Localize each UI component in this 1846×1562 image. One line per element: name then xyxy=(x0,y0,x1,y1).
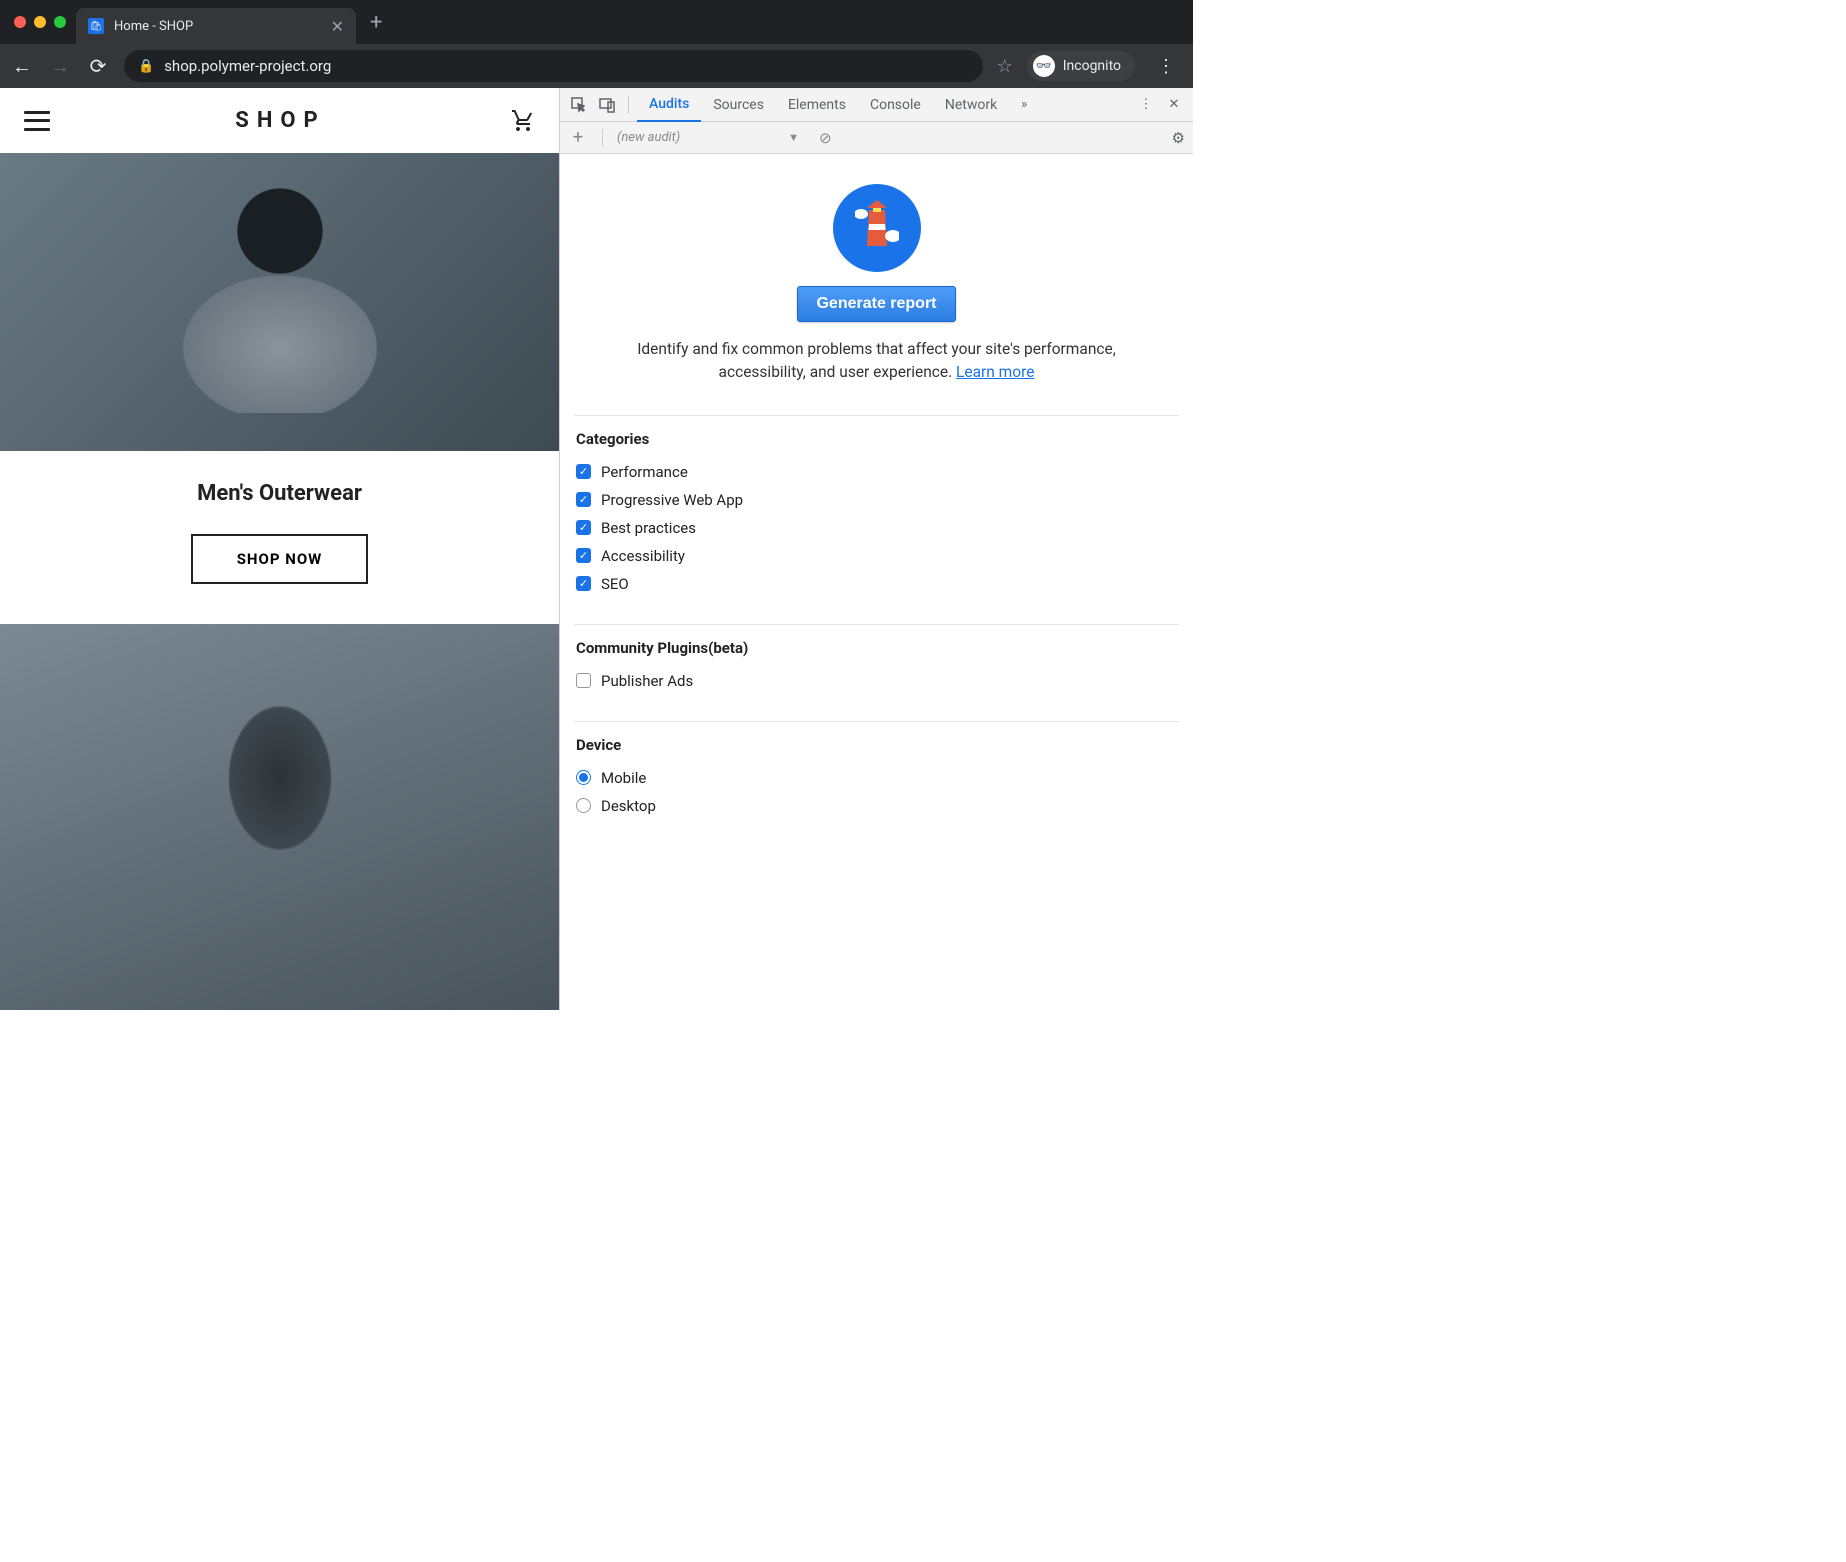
tab-strip: 🛍 Home - SHOP ✕ + xyxy=(0,0,1193,44)
device-section: Device Mobile Desktop xyxy=(574,721,1179,832)
device-option[interactable]: Desktop xyxy=(576,792,1177,820)
devtools-tab-elements[interactable]: Elements xyxy=(776,88,858,122)
checkbox-icon[interactable]: ✓ xyxy=(576,576,591,591)
close-window-button[interactable] xyxy=(14,16,26,28)
url-text: shop.polymer-project.org xyxy=(164,57,331,75)
browser-toolbar: ← → ⟳ 🔒 shop.polymer-project.org ☆ 👓 Inc… xyxy=(0,44,1193,88)
tab-title: Home - SHOP xyxy=(114,19,321,34)
option-label: Publisher Ads xyxy=(601,672,693,690)
devtools-tab-sources[interactable]: Sources xyxy=(701,88,776,122)
lighthouse-icon xyxy=(833,184,921,272)
new-tab-button[interactable]: + xyxy=(356,10,396,35)
desc-text: Identify and fix common problems that af… xyxy=(637,340,1116,381)
audits-main: Generate report Identify and fix common … xyxy=(560,154,1193,1010)
devtools-gear-icon[interactable]: ⚙ xyxy=(1172,129,1185,147)
forward-button[interactable]: → xyxy=(48,54,72,78)
site-header: SHOP xyxy=(0,88,559,153)
browser-menu-button[interactable]: ⋮ xyxy=(1149,56,1183,77)
category-option[interactable]: ✓ Accessibility xyxy=(576,542,1177,570)
favicon-icon: 🛍 xyxy=(88,18,104,34)
inspect-element-icon[interactable] xyxy=(566,92,592,118)
option-label: SEO xyxy=(601,575,629,593)
devtools-panel: AuditsSourcesElementsConsoleNetwork » ⋮ … xyxy=(560,88,1193,1010)
reload-button[interactable]: ⟳ xyxy=(86,54,110,78)
cart-icon[interactable] xyxy=(511,109,535,133)
device-toolbar-icon[interactable] xyxy=(594,92,620,118)
lighthouse-hero: Generate report Identify and fix common … xyxy=(574,174,1179,401)
plugins-section: Community Plugins(beta) Publisher Ads xyxy=(574,624,1179,707)
option-label: Progressive Web App xyxy=(601,491,743,509)
radio-icon[interactable] xyxy=(576,798,591,813)
incognito-label: Incognito xyxy=(1063,58,1121,74)
devtools-close-icon[interactable]: ✕ xyxy=(1161,92,1187,118)
maximize-window-button[interactable] xyxy=(54,16,66,28)
plugin-option[interactable]: Publisher Ads xyxy=(576,667,1177,695)
option-label: Accessibility xyxy=(601,547,685,565)
devtools-tab-network[interactable]: Network xyxy=(933,88,1009,122)
hamburger-menu-icon[interactable] xyxy=(24,111,50,131)
window-controls xyxy=(8,16,76,28)
checkbox-icon[interactable]: ✓ xyxy=(576,548,591,563)
device-option[interactable]: Mobile xyxy=(576,764,1177,792)
category-option[interactable]: ✓ SEO xyxy=(576,570,1177,598)
learn-more-link[interactable]: Learn more xyxy=(956,363,1034,381)
devtools-menu-icon[interactable]: ⋮ xyxy=(1133,92,1159,118)
address-bar[interactable]: 🔒 shop.polymer-project.org xyxy=(124,50,983,82)
radio-icon[interactable] xyxy=(576,770,591,785)
minimize-window-button[interactable] xyxy=(34,16,46,28)
hero-image-2 xyxy=(0,624,559,1010)
option-label: Best practices xyxy=(601,519,696,537)
devtools-tab-console[interactable]: Console xyxy=(858,88,933,122)
category-option[interactable]: ✓ Best practices xyxy=(576,514,1177,542)
audit-select-dropdown[interactable]: (new audit) xyxy=(617,130,780,145)
option-label: Performance xyxy=(601,463,688,481)
clear-icon[interactable]: ⊘ xyxy=(819,129,832,147)
chevron-down-icon: ▼ xyxy=(788,131,799,144)
more-tabs-icon[interactable]: » xyxy=(1011,92,1037,118)
site-title: SHOP xyxy=(235,108,325,133)
content-split: SHOP Men's Outerwear SHOP NOW AuditsSour… xyxy=(0,88,1193,1010)
bookmark-star-icon[interactable]: ☆ xyxy=(997,56,1013,77)
lock-icon: 🔒 xyxy=(138,59,154,74)
section-title: Community Plugins(beta) xyxy=(576,639,1177,657)
site-viewport: SHOP Men's Outerwear SHOP NOW xyxy=(0,88,560,1010)
incognito-badge[interactable]: 👓 Incognito xyxy=(1027,51,1135,81)
incognito-icon: 👓 xyxy=(1033,55,1055,77)
section-title: Categories xyxy=(576,430,1177,448)
audits-subbar: + (new audit) ▼ ⊘ ⚙ xyxy=(560,122,1193,154)
new-audit-button[interactable]: + xyxy=(568,127,588,148)
checkbox-icon[interactable] xyxy=(576,673,591,688)
browser-chrome: 🛍 Home - SHOP ✕ + ← → ⟳ 🔒 shop.polymer-p… xyxy=(0,0,1193,88)
category-option[interactable]: ✓ Performance xyxy=(576,458,1177,486)
categories-section: Categories ✓ Performance ✓ Progressive Web … xyxy=(574,415,1179,610)
audits-description: Identify and fix common problems that af… xyxy=(574,338,1179,385)
section-title: Device xyxy=(576,736,1177,754)
divider xyxy=(602,129,603,147)
checkbox-icon[interactable]: ✓ xyxy=(576,492,591,507)
category-option[interactable]: ✓ Progressive Web App xyxy=(576,486,1177,514)
shop-now-button[interactable]: SHOP NOW xyxy=(191,534,369,584)
back-button[interactable]: ← xyxy=(10,54,34,78)
browser-tab[interactable]: 🛍 Home - SHOP ✕ xyxy=(76,8,356,44)
hero-image-1 xyxy=(0,153,559,451)
divider xyxy=(628,96,629,114)
checkbox-icon[interactable]: ✓ xyxy=(576,464,591,479)
tab-close-icon[interactable]: ✕ xyxy=(331,17,344,36)
product-title: Men's Outerwear xyxy=(20,481,539,506)
checkbox-icon[interactable]: ✓ xyxy=(576,520,591,535)
product-block: Men's Outerwear SHOP NOW xyxy=(0,451,559,624)
option-label: Mobile xyxy=(601,769,646,787)
generate-report-button[interactable]: Generate report xyxy=(797,286,955,322)
devtools-tabbar: AuditsSourcesElementsConsoleNetwork » ⋮ … xyxy=(560,88,1193,122)
devtools-tab-audits[interactable]: Audits xyxy=(637,88,701,122)
option-label: Desktop xyxy=(601,797,656,815)
